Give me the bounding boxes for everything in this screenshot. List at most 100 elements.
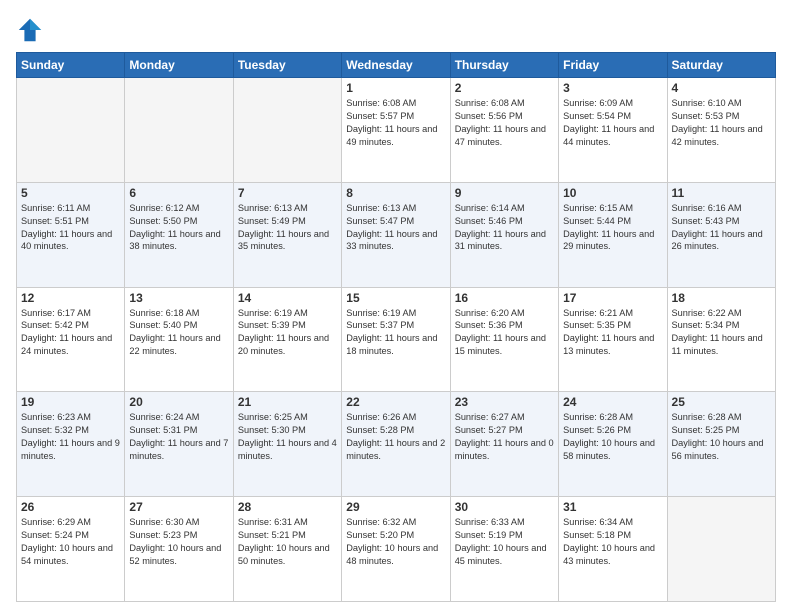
- calendar-cell: 25 Sunrise: 6:28 AM Sunset: 5:25 PM Dayli…: [667, 392, 775, 497]
- calendar-week-row: 5 Sunrise: 6:11 AM Sunset: 5:51 PM Daylig…: [17, 182, 776, 287]
- calendar-cell: 13 Sunrise: 6:18 AM Sunset: 5:40 PM Dayli…: [125, 287, 233, 392]
- calendar-cell: 26 Sunrise: 6:29 AM Sunset: 5:24 PM Dayli…: [17, 497, 125, 602]
- day-number: 24: [563, 395, 662, 409]
- day-info: Sunrise: 6:25 AM Sunset: 5:30 PM Dayligh…: [238, 411, 337, 463]
- day-number: 5: [21, 186, 120, 200]
- weekday-header-tuesday: Tuesday: [233, 53, 341, 78]
- day-info: Sunrise: 6:10 AM Sunset: 5:53 PM Dayligh…: [672, 97, 771, 149]
- calendar-cell: 5 Sunrise: 6:11 AM Sunset: 5:51 PM Daylig…: [17, 182, 125, 287]
- day-info: Sunrise: 6:17 AM Sunset: 5:42 PM Dayligh…: [21, 307, 120, 359]
- day-info: Sunrise: 6:11 AM Sunset: 5:51 PM Dayligh…: [21, 202, 120, 254]
- calendar-cell: 17 Sunrise: 6:21 AM Sunset: 5:35 PM Dayli…: [559, 287, 667, 392]
- calendar-cell: 1 Sunrise: 6:08 AM Sunset: 5:57 PM Daylig…: [342, 78, 450, 183]
- day-number: 25: [672, 395, 771, 409]
- calendar-cell: 22Sunrise: 6:26 AM Sunset: 5:28 PM Dayli…: [342, 392, 450, 497]
- day-info: Sunrise: 6:28 AM Sunset: 5:25 PM Dayligh…: [672, 411, 771, 463]
- day-info: Sunrise: 6:32 AM Sunset: 5:20 PM Dayligh…: [346, 516, 445, 568]
- day-number: 28: [238, 500, 337, 514]
- day-info: Sunrise: 6:21 AM Sunset: 5:35 PM Dayligh…: [563, 307, 662, 359]
- day-number: 1: [346, 81, 445, 95]
- calendar-cell: [17, 78, 125, 183]
- day-info: Sunrise: 6:08 AM Sunset: 5:57 PM Dayligh…: [346, 97, 445, 149]
- day-number: 30: [455, 500, 554, 514]
- day-number: 20: [129, 395, 228, 409]
- day-number: 26: [21, 500, 120, 514]
- day-info: Sunrise: 6:16 AM Sunset: 5:43 PM Dayligh…: [672, 202, 771, 254]
- day-number: 23: [455, 395, 554, 409]
- day-number: 12: [21, 291, 120, 305]
- calendar-cell: 31Sunrise: 6:34 AM Sunset: 5:18 PM Dayli…: [559, 497, 667, 602]
- calendar-cell: 11 Sunrise: 6:16 AM Sunset: 5:43 PM Dayli…: [667, 182, 775, 287]
- day-number: 21: [238, 395, 337, 409]
- calendar-cell: [125, 78, 233, 183]
- day-info: Sunrise: 6:29 AM Sunset: 5:24 PM Dayligh…: [21, 516, 120, 568]
- calendar-cell: 30 Sunrise: 6:33 AM Sunset: 5:19 PM Dayli…: [450, 497, 558, 602]
- day-number: 13: [129, 291, 228, 305]
- logo: [16, 16, 48, 44]
- weekday-header-wednesday: Wednesday: [342, 53, 450, 78]
- calendar-cell: 7Sunrise: 6:13 AM Sunset: 5:49 PM Daylig…: [233, 182, 341, 287]
- calendar-cell: 20 Sunrise: 6:24 AM Sunset: 5:31 PM Dayli…: [125, 392, 233, 497]
- calendar-cell: 14 Sunrise: 6:19 AM Sunset: 5:39 PM Dayli…: [233, 287, 341, 392]
- day-info: Sunrise: 6:18 AM Sunset: 5:40 PM Dayligh…: [129, 307, 228, 359]
- day-number: 15: [346, 291, 445, 305]
- calendar-cell: 3 Sunrise: 6:09 AM Sunset: 5:54 PM Daylig…: [559, 78, 667, 183]
- day-info: Sunrise: 6:09 AM Sunset: 5:54 PM Dayligh…: [563, 97, 662, 149]
- day-info: Sunrise: 6:13 AM Sunset: 5:49 PM Dayligh…: [238, 202, 337, 254]
- weekday-header-friday: Friday: [559, 53, 667, 78]
- day-info: Sunrise: 6:33 AM Sunset: 5:19 PM Dayligh…: [455, 516, 554, 568]
- day-info: Sunrise: 6:28 AM Sunset: 5:26 PM Dayligh…: [563, 411, 662, 463]
- day-info: Sunrise: 6:30 AM Sunset: 5:23 PM Dayligh…: [129, 516, 228, 568]
- calendar-cell: 18 Sunrise: 6:22 AM Sunset: 5:34 PM Dayli…: [667, 287, 775, 392]
- calendar-cell: 16 Sunrise: 6:20 AM Sunset: 5:36 PM Dayli…: [450, 287, 558, 392]
- day-info: Sunrise: 6:23 AM Sunset: 5:32 PM Dayligh…: [21, 411, 120, 463]
- calendar-cell: [667, 497, 775, 602]
- weekday-header-thursday: Thursday: [450, 53, 558, 78]
- day-number: 6: [129, 186, 228, 200]
- day-number: 10: [563, 186, 662, 200]
- calendar-cell: 2Sunrise: 6:08 AM Sunset: 5:56 PM Daylig…: [450, 78, 558, 183]
- calendar-cell: 28Sunrise: 6:31 AM Sunset: 5:21 PM Dayli…: [233, 497, 341, 602]
- day-number: 8: [346, 186, 445, 200]
- day-info: Sunrise: 6:08 AM Sunset: 5:56 PM Dayligh…: [455, 97, 554, 149]
- day-number: 11: [672, 186, 771, 200]
- calendar-week-row: 12 Sunrise: 6:17 AM Sunset: 5:42 PM Dayli…: [17, 287, 776, 392]
- weekday-header-sunday: Sunday: [17, 53, 125, 78]
- calendar-cell: 10 Sunrise: 6:15 AM Sunset: 5:44 PM Dayli…: [559, 182, 667, 287]
- weekday-header-row: SundayMondayTuesdayWednesdayThursdayFrid…: [17, 53, 776, 78]
- day-info: Sunrise: 6:19 AM Sunset: 5:37 PM Dayligh…: [346, 307, 445, 359]
- day-number: 19: [21, 395, 120, 409]
- page: SundayMondayTuesdayWednesdayThursdayFrid…: [0, 0, 792, 612]
- day-info: Sunrise: 6:13 AM Sunset: 5:47 PM Dayligh…: [346, 202, 445, 254]
- day-info: Sunrise: 6:27 AM Sunset: 5:27 PM Dayligh…: [455, 411, 554, 463]
- day-number: 31: [563, 500, 662, 514]
- day-info: Sunrise: 6:15 AM Sunset: 5:44 PM Dayligh…: [563, 202, 662, 254]
- day-number: 18: [672, 291, 771, 305]
- day-info: Sunrise: 6:12 AM Sunset: 5:50 PM Dayligh…: [129, 202, 228, 254]
- day-number: 3: [563, 81, 662, 95]
- weekday-header-monday: Monday: [125, 53, 233, 78]
- day-number: 17: [563, 291, 662, 305]
- calendar-cell: 15 Sunrise: 6:19 AM Sunset: 5:37 PM Dayli…: [342, 287, 450, 392]
- day-info: Sunrise: 6:24 AM Sunset: 5:31 PM Dayligh…: [129, 411, 228, 463]
- day-info: Sunrise: 6:20 AM Sunset: 5:36 PM Dayligh…: [455, 307, 554, 359]
- calendar-cell: 19 Sunrise: 6:23 AM Sunset: 5:32 PM Dayli…: [17, 392, 125, 497]
- day-number: 4: [672, 81, 771, 95]
- calendar-cell: 4 Sunrise: 6:10 AM Sunset: 5:53 PM Daylig…: [667, 78, 775, 183]
- calendar-cell: [233, 78, 341, 183]
- day-number: 29: [346, 500, 445, 514]
- day-number: 9: [455, 186, 554, 200]
- calendar-cell: 24 Sunrise: 6:28 AM Sunset: 5:26 PM Dayli…: [559, 392, 667, 497]
- day-number: 14: [238, 291, 337, 305]
- day-info: Sunrise: 6:19 AM Sunset: 5:39 PM Dayligh…: [238, 307, 337, 359]
- weekday-header-saturday: Saturday: [667, 53, 775, 78]
- calendar-cell: 29 Sunrise: 6:32 AM Sunset: 5:20 PM Dayli…: [342, 497, 450, 602]
- calendar-week-row: 1 Sunrise: 6:08 AM Sunset: 5:57 PM Daylig…: [17, 78, 776, 183]
- day-info: Sunrise: 6:22 AM Sunset: 5:34 PM Dayligh…: [672, 307, 771, 359]
- calendar-cell: 6 Sunrise: 6:12 AM Sunset: 5:50 PM Daylig…: [125, 182, 233, 287]
- day-info: Sunrise: 6:26 AM Sunset: 5:28 PM Dayligh…: [346, 411, 445, 463]
- calendar-cell: 9Sunrise: 6:14 AM Sunset: 5:46 PM Daylig…: [450, 182, 558, 287]
- day-number: 16: [455, 291, 554, 305]
- calendar-week-row: 26 Sunrise: 6:29 AM Sunset: 5:24 PM Dayli…: [17, 497, 776, 602]
- logo-icon: [16, 16, 44, 44]
